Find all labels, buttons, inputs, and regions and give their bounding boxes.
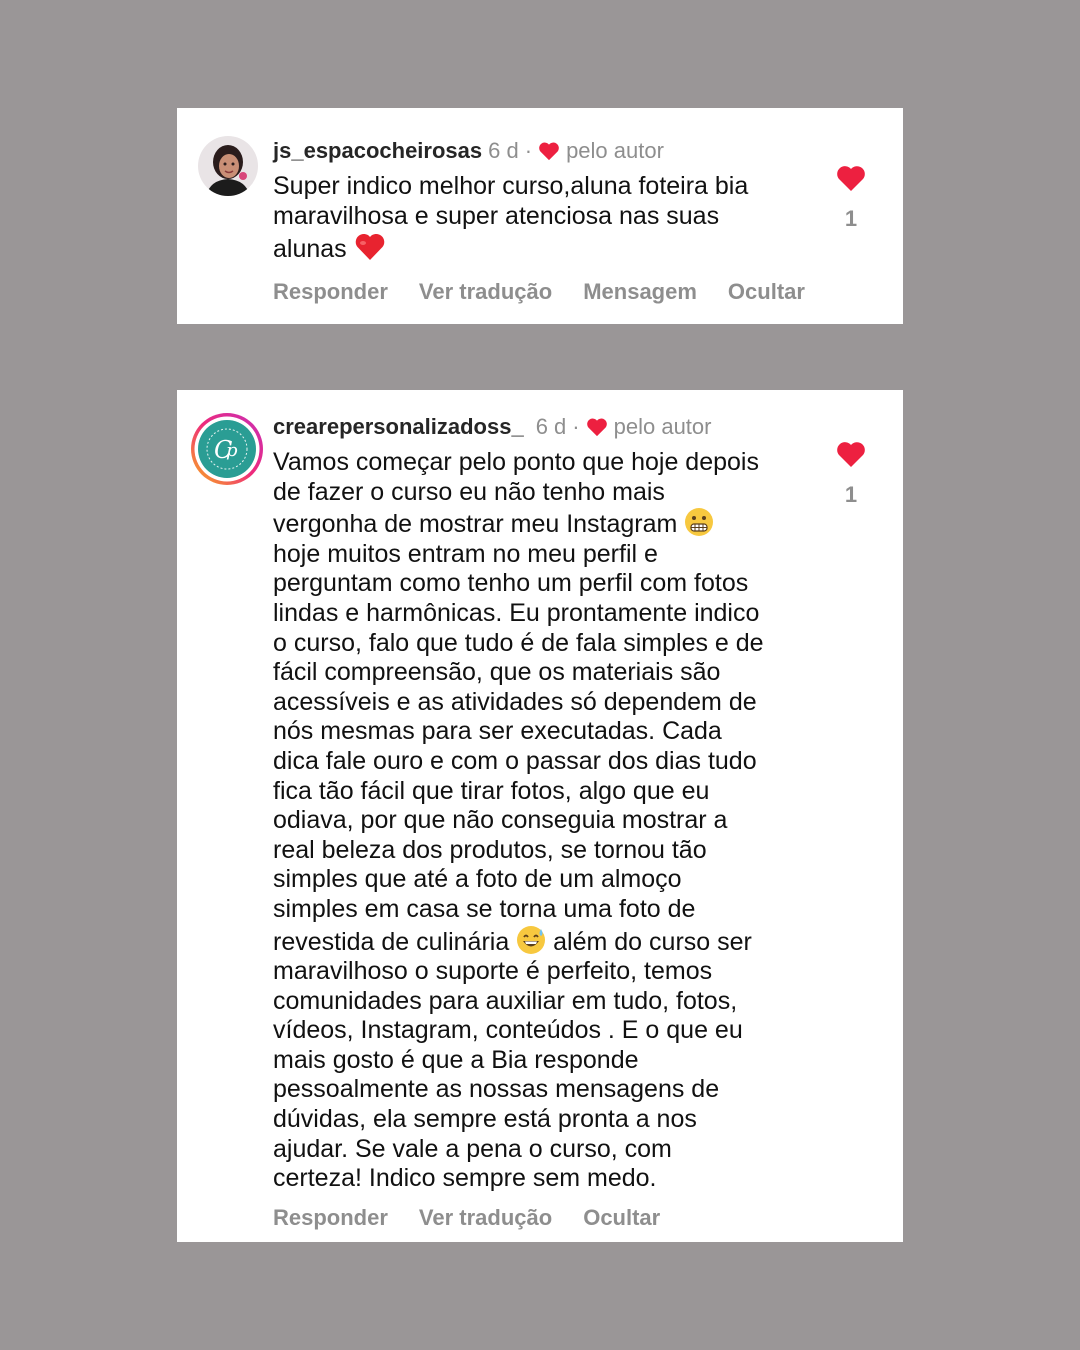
svg-text:p: p xyxy=(226,440,238,461)
see-translation-button[interactable]: Ver tradução xyxy=(419,279,552,305)
liked-by-author-label: pelo autor xyxy=(566,138,664,163)
heart-icon xyxy=(539,142,559,161)
comment-text: Vamos começar pelo ponto que hoje depois… xyxy=(273,448,803,1194)
hide-button[interactable]: Ocultar xyxy=(728,279,805,305)
comment-card: js_espacocheirosas 6 d · pelo autor Supe… xyxy=(177,108,903,324)
heart-icon[interactable] xyxy=(836,164,866,192)
see-translation-button[interactable]: Ver tradução xyxy=(419,1205,552,1231)
comment-text: Super indico melhor curso,aluna foteira … xyxy=(273,172,803,265)
comment-text-content: Super indico melhor curso,aluna foteira … xyxy=(273,172,749,264)
avatar[interactable] xyxy=(198,136,258,196)
comment-card: C p crearepersonalizadoss_ 6 d · pelo au… xyxy=(177,390,903,1242)
reply-button[interactable]: Responder xyxy=(273,279,388,305)
separator: · xyxy=(524,138,533,163)
liked-by-author-label: pelo autor xyxy=(613,414,712,439)
like-column: 1 xyxy=(835,164,867,232)
comment-actions: Responder Ver tradução Ocultar xyxy=(273,1205,660,1231)
comment-text-part: além do curso ser maravilhoso o suporte … xyxy=(273,927,752,1193)
grinning-sweat-emoji xyxy=(517,925,546,954)
like-count: 1 xyxy=(844,206,858,231)
comment-time: 6 d xyxy=(535,414,567,439)
comment-header: js_espacocheirosas 6 d · pelo autor xyxy=(273,138,664,164)
hide-button[interactable]: Ocultar xyxy=(583,1205,660,1231)
comment-time: 6 d xyxy=(488,138,519,163)
heart-icon[interactable] xyxy=(836,440,866,468)
like-column: 1 xyxy=(835,440,867,508)
comment-header: crearepersonalizadoss_ 6 d · pelo autor xyxy=(273,414,711,440)
red-heart-emoji xyxy=(355,234,384,261)
username[interactable]: js_espacocheirosas xyxy=(273,138,482,164)
comment-text-part: hoje muitos entram no meu perfil e pergu… xyxy=(273,539,764,956)
avatar[interactable]: C p xyxy=(190,412,264,486)
reply-button[interactable]: Responder xyxy=(273,1205,388,1231)
comment-actions: Responder Ver tradução Mensagem Ocultar xyxy=(273,279,805,305)
heart-icon xyxy=(586,418,607,437)
message-button[interactable]: Mensagem xyxy=(583,279,697,305)
grimacing-face-emoji xyxy=(685,508,714,537)
separator: · xyxy=(572,414,580,439)
username[interactable]: crearepersonalizadoss_ xyxy=(273,414,524,440)
like-count: 1 xyxy=(844,482,858,507)
